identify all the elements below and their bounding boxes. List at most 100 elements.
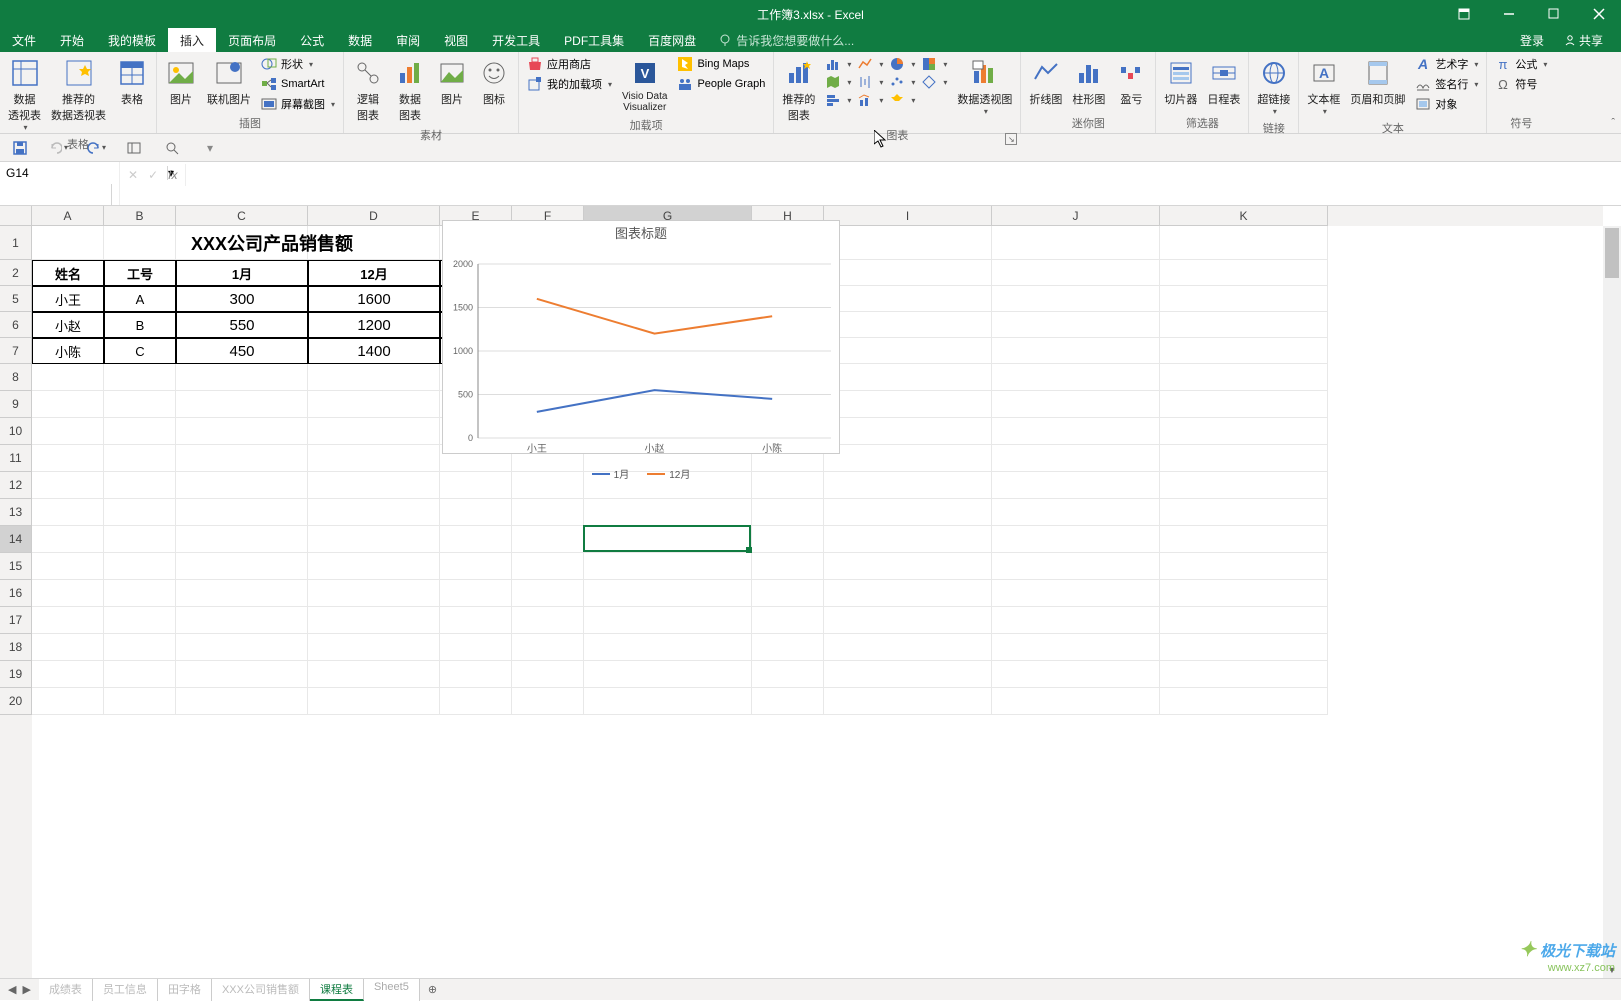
cells-area[interactable]: XXX公司产品销售额姓名工号1月12月是否达标小王A3001600小赵B5501…: [32, 226, 1603, 978]
bar-chart-button[interactable]: [823, 91, 853, 109]
map-chart-button[interactable]: [823, 73, 853, 91]
timeline-button[interactable]: 日程表: [1205, 55, 1242, 109]
sheet-tab[interactable]: 员工信息: [93, 979, 158, 1001]
column-chart-button[interactable]: [823, 55, 853, 73]
screenshot-button[interactable]: 屏幕截图: [259, 95, 337, 113]
bing-maps-button[interactable]: Bing Maps: [675, 55, 767, 73]
textbox-button[interactable]: A文本框: [1305, 55, 1342, 118]
sparkline-winloss-button[interactable]: 盈亏: [1113, 55, 1149, 109]
ribbon-display-options-button[interactable]: [1441, 0, 1486, 28]
slicer-button[interactable]: 切片器: [1162, 55, 1199, 109]
row-header-12[interactable]: 12: [0, 472, 32, 499]
formula-input[interactable]: [186, 162, 1621, 205]
signature-line-button[interactable]: 签名行: [1413, 75, 1480, 93]
collapse-ribbon-button[interactable]: ˆ: [1611, 117, 1615, 129]
people-graph-button[interactable]: People Graph: [675, 75, 767, 93]
row-header-10[interactable]: 10: [0, 418, 32, 445]
tab-data[interactable]: 数据: [336, 28, 384, 52]
column-header-B[interactable]: B: [104, 206, 176, 226]
row-header-9[interactable]: 9: [0, 391, 32, 418]
line-chart-button[interactable]: [855, 55, 885, 73]
tab-page-layout[interactable]: 页面布局: [216, 28, 288, 52]
vertical-scrollbar[interactable]: ▲ ▼: [1603, 226, 1621, 978]
column-header-C[interactable]: C: [176, 206, 308, 226]
worksheet-grid[interactable]: ABCDEFGHIJK 1256789101112131415161718192…: [0, 206, 1621, 978]
sparkline-column-button[interactable]: 柱形图: [1070, 55, 1107, 109]
tab-home[interactable]: 开始: [48, 28, 96, 52]
row-header-15[interactable]: 15: [0, 553, 32, 580]
row-header-18[interactable]: 18: [0, 634, 32, 661]
tab-my-templates[interactable]: 我的模板: [96, 28, 168, 52]
my-addins-button[interactable]: 我的加载项: [525, 75, 614, 93]
row-header-5[interactable]: 5: [0, 286, 32, 312]
object-button[interactable]: 对象: [1413, 95, 1480, 113]
radar-chart-button[interactable]: [919, 73, 949, 91]
tab-baidu-netdisk[interactable]: 百度网盘: [636, 28, 708, 52]
wordart-button[interactable]: A艺术字: [1413, 55, 1480, 73]
logic-chart-button[interactable]: 逻辑 图表: [350, 55, 386, 125]
row-header-17[interactable]: 17: [0, 607, 32, 634]
embedded-chart[interactable]: 图表标题0500100015002000小王小赵小陈1月12月: [442, 220, 840, 454]
cancel-formula-button[interactable]: ✕: [128, 168, 138, 182]
pivot-table-button[interactable]: 数据 透视表: [6, 55, 43, 134]
table-button[interactable]: 表格: [114, 55, 150, 109]
tab-formulas[interactable]: 公式: [288, 28, 336, 52]
online-picture-button[interactable]: 联机图片: [205, 55, 253, 109]
recommended-pivot-button[interactable]: 推荐的 数据透视表: [49, 55, 108, 125]
material-picture-button[interactable]: 图片: [434, 55, 470, 109]
sheet-tab[interactable]: Sheet5: [364, 979, 420, 1001]
select-all-button[interactable]: [0, 206, 32, 226]
sheet-nav-next[interactable]: ▶: [22, 983, 30, 996]
stock-chart-button[interactable]: [855, 73, 885, 91]
share-button[interactable]: 共享: [1554, 32, 1613, 49]
tab-developer[interactable]: 开发工具: [480, 28, 552, 52]
row-header-2[interactable]: 2: [0, 260, 32, 286]
sparkline-line-button[interactable]: 折线图: [1027, 55, 1064, 109]
symbol-button[interactable]: Ω符号: [1493, 75, 1549, 93]
shapes-button[interactable]: 形状: [259, 55, 337, 73]
picture-button[interactable]: 图片: [163, 55, 199, 109]
scatter-chart-button[interactable]: [887, 73, 917, 91]
row-header-13[interactable]: 13: [0, 499, 32, 526]
combo-chart-button[interactable]: [855, 91, 885, 109]
row-header-7[interactable]: 7: [0, 338, 32, 364]
maximize-button[interactable]: [1531, 0, 1576, 28]
sheet-tab[interactable]: 田字格: [158, 979, 212, 1001]
charts-dialog-launcher[interactable]: ↘: [1005, 133, 1017, 145]
enter-formula-button[interactable]: ✓: [148, 168, 158, 182]
row-header-8[interactable]: 8: [0, 364, 32, 391]
tab-pdf-tools[interactable]: PDF工具集: [552, 28, 636, 52]
row-header-16[interactable]: 16: [0, 580, 32, 607]
pivot-chart-button[interactable]: 数据透视图: [955, 55, 1014, 118]
sheet-tab[interactable]: 课程表: [310, 979, 364, 1001]
row-header-6[interactable]: 6: [0, 312, 32, 338]
insert-function-button[interactable]: fx: [168, 168, 177, 182]
tab-insert[interactable]: 插入: [168, 28, 216, 52]
column-header-I[interactable]: I: [824, 206, 992, 226]
visio-button[interactable]: VVisio Data Visualizer: [620, 55, 669, 115]
sheet-nav-prev[interactable]: ◀: [8, 983, 16, 996]
minimize-button[interactable]: [1486, 0, 1531, 28]
tell-me-box[interactable]: 告诉我您想要做什么...: [718, 32, 854, 49]
hyperlink-button[interactable]: 超链接: [1255, 55, 1292, 118]
recommended-charts-button[interactable]: 推荐的 图表: [780, 55, 817, 125]
column-header-K[interactable]: K: [1160, 206, 1328, 226]
column-header-J[interactable]: J: [992, 206, 1160, 226]
pie-chart-button[interactable]: [887, 55, 917, 73]
tab-review[interactable]: 审阅: [384, 28, 432, 52]
tab-view[interactable]: 视图: [432, 28, 480, 52]
equation-button[interactable]: π公式: [1493, 55, 1549, 73]
sheet-tab[interactable]: XXX公司销售额: [212, 979, 310, 1001]
scroll-thumb[interactable]: [1605, 228, 1619, 278]
app-store-button[interactable]: 应用商店: [525, 55, 614, 73]
funnel-chart-button[interactable]: [887, 91, 917, 109]
row-header-14[interactable]: 14: [0, 526, 32, 553]
close-button[interactable]: [1576, 0, 1621, 28]
sheet-tab[interactable]: 成绩表: [39, 979, 93, 1001]
data-chart-button[interactable]: 数据 图表: [392, 55, 428, 125]
row-header-20[interactable]: 20: [0, 688, 32, 715]
row-header-19[interactable]: 19: [0, 661, 32, 688]
treemap-chart-button[interactable]: [919, 55, 949, 73]
row-header-1[interactable]: 1: [0, 226, 32, 260]
qat-button-2[interactable]: [162, 138, 182, 158]
